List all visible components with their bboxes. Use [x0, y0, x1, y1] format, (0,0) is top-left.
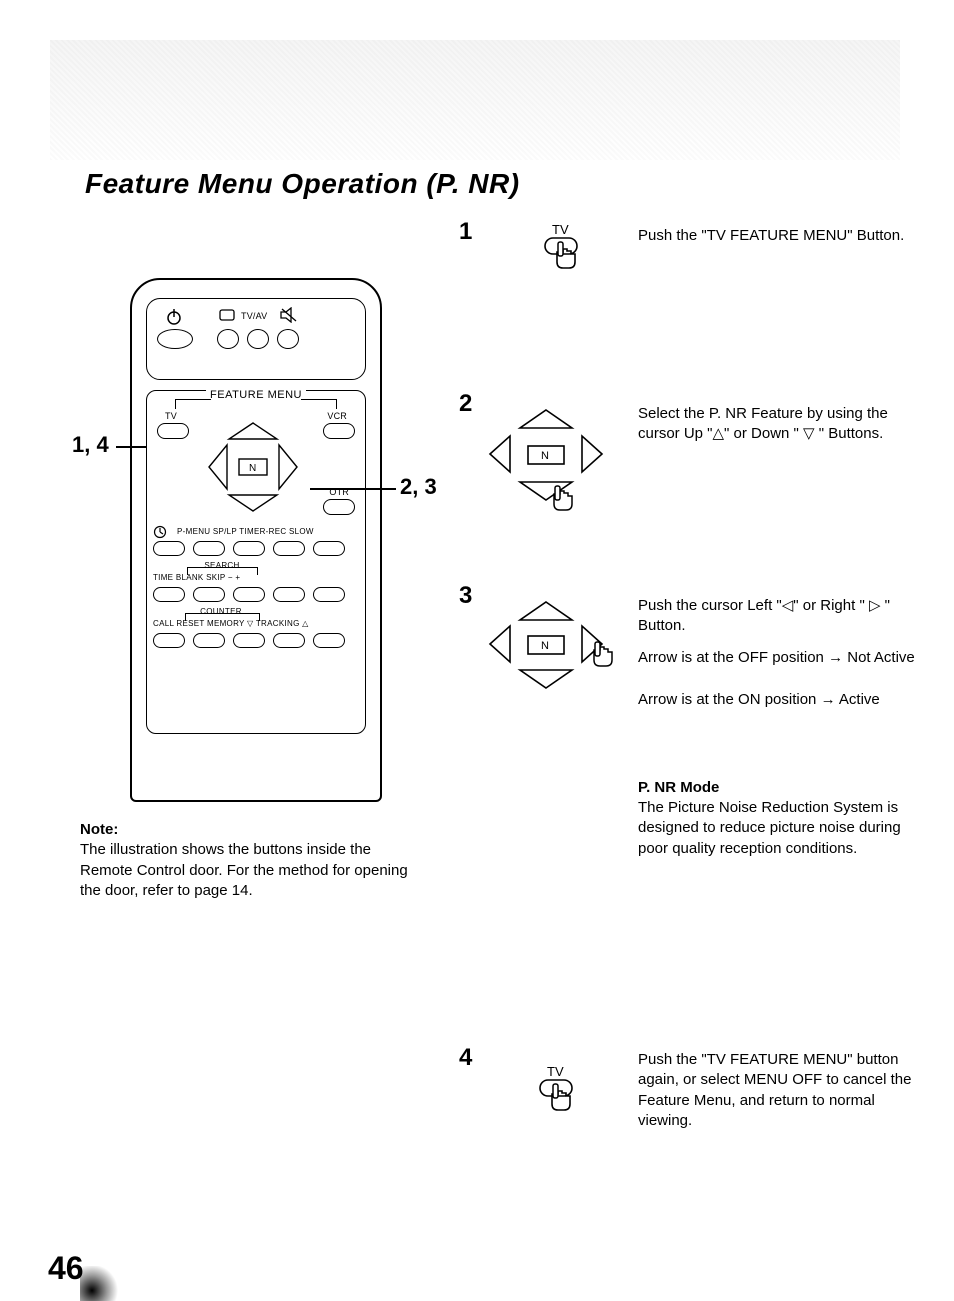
step4-text: Push the "TV FEATURE MENU" button again,…	[638, 1050, 923, 1131]
row4-btn2	[193, 633, 225, 648]
step1-icon: TV	[539, 222, 583, 282]
callout-1-4: 1, 4	[72, 432, 109, 458]
btn-circle-1	[217, 329, 239, 349]
row3-labels: TIME BLANK SKIP − +	[153, 573, 353, 582]
step2-number: 2	[459, 390, 472, 418]
note-text: The illustration shows the buttons insid…	[80, 841, 408, 899]
mute-icon	[279, 307, 299, 323]
remote-top-section: TV/AV	[146, 298, 366, 380]
row3-btn5	[313, 587, 345, 602]
step3-line1: Push the cursor Left "◁" or Right " ▷ " …	[638, 596, 923, 637]
note-label: Note:	[80, 821, 118, 838]
btn-circle-2	[247, 329, 269, 349]
tv-av-label: TV/AV	[241, 311, 267, 321]
row3-btn1	[153, 587, 185, 602]
row2-btn2	[193, 541, 225, 556]
step3-icon: N	[476, 594, 621, 704]
pnr-text: The Picture Noise Reduction System is de…	[638, 798, 923, 859]
svg-text:TV: TV	[552, 222, 569, 237]
row4-counter: COUNTER	[189, 607, 253, 616]
svg-text:TV: TV	[547, 1064, 564, 1079]
power-icon	[165, 307, 183, 325]
page-number: 46	[48, 1250, 84, 1287]
tv-shape-icon	[219, 309, 237, 323]
dpad: N	[203, 417, 303, 517]
pnr-heading: P. NR Mode	[638, 778, 923, 798]
row3-btn3	[233, 587, 265, 602]
step4-number: 4	[459, 1044, 472, 1072]
step1-number: 1	[459, 218, 472, 246]
row2-btn3	[233, 541, 265, 556]
vcr-menu-button	[323, 423, 355, 439]
row3-btn4	[273, 587, 305, 602]
row4-btn5	[313, 633, 345, 648]
scan-noise	[50, 40, 900, 160]
row3-btn2	[193, 587, 225, 602]
row4-btn4	[273, 633, 305, 648]
step1-text: Push the "TV FEATURE MENU" Button.	[638, 226, 923, 246]
remote-illustration: TV/AV FEATURE MENU TV VCR	[130, 278, 382, 802]
row2-btn5	[313, 541, 345, 556]
step3-line2: Arrow is at the OFF position → Not Activ…	[638, 648, 923, 668]
step4-icon: TV	[534, 1064, 578, 1124]
row2-btn4	[273, 541, 305, 556]
leader-1-4	[116, 446, 146, 448]
power-button	[157, 329, 193, 349]
step3-line3: Arrow is at the ON position → Active	[638, 690, 923, 710]
row2-labels: P-MENU SP/LP TIMER-REC SLOW	[177, 527, 357, 536]
row4-btn1	[153, 633, 185, 648]
page-title: Feature Menu Operation (P. NR)	[85, 168, 520, 200]
clock-icon	[153, 525, 167, 539]
row2-btn1	[153, 541, 185, 556]
otr-button	[323, 499, 355, 515]
svg-text:N: N	[541, 450, 549, 462]
svg-text:N: N	[249, 463, 256, 474]
leader-2-3	[310, 488, 396, 490]
step2-icon: N	[476, 402, 616, 522]
callout-2-3: 2, 3	[400, 474, 437, 500]
step2-text: Select the P. NR Feature by using the cu…	[638, 404, 923, 445]
remote-feature-box: FEATURE MENU TV VCR N OTR	[146, 390, 366, 734]
note-block: Note: The illustration shows the buttons…	[80, 820, 410, 901]
vcr-label: VCR	[327, 411, 347, 421]
row4-btn3	[233, 633, 265, 648]
row4-labels: CALL RESET MEMORY ▽ TRACKING △	[153, 619, 353, 628]
row3-search: SEARCH	[192, 561, 252, 570]
btn-circle-3	[277, 329, 299, 349]
svg-text:N: N	[541, 640, 549, 652]
feature-menu-title: FEATURE MENU	[206, 389, 306, 401]
step3-number: 3	[459, 582, 472, 610]
tv-menu-button	[157, 423, 189, 439]
tv-label: TV	[165, 411, 177, 421]
corner-smudge	[80, 1266, 120, 1301]
